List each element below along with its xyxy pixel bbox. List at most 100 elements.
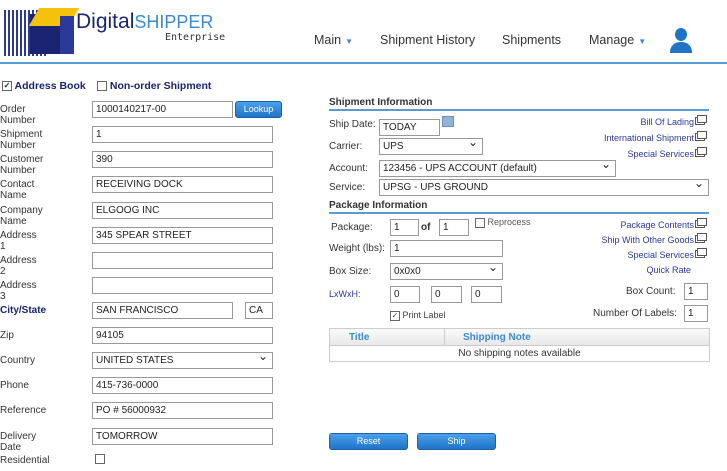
lwh-label[interactable]: LxWxH: bbox=[329, 289, 361, 299]
field-label: Residential bbox=[0, 455, 50, 466]
link-label: Special Services bbox=[627, 250, 694, 260]
residential-checkbox[interactable] bbox=[95, 454, 105, 465]
logo-accent: SHIPPER bbox=[134, 12, 214, 32]
package-contents-link[interactable]: Package Contents bbox=[620, 218, 707, 230]
checkbox-checked[interactable]: ✓ bbox=[2, 81, 12, 92]
ship-date-input[interactable]: TODAY bbox=[379, 119, 440, 136]
address-book-checkbox[interactable]: ✓ Address Book bbox=[2, 80, 86, 92]
box-count-label: Box Count: bbox=[626, 286, 676, 297]
carrier-label: Carrier: bbox=[329, 141, 363, 152]
checkbox[interactable] bbox=[97, 81, 107, 92]
logo-subtitle: Enterprise bbox=[165, 32, 226, 43]
field-label: Address 2 bbox=[0, 255, 37, 277]
account-value: 123456 - UPS ACCOUNT (default) bbox=[383, 163, 537, 174]
package-special-services-link[interactable]: Special Services bbox=[627, 248, 707, 260]
order-number-input[interactable]: 1000140217-00 bbox=[92, 101, 233, 118]
package-total-input[interactable]: 1 bbox=[439, 219, 469, 236]
field-label: Phone bbox=[0, 380, 29, 391]
link-label: Bill Of Lading bbox=[640, 117, 694, 127]
city-input[interactable]: SAN FRANCISCO bbox=[92, 302, 233, 319]
country-value: UNITED STATES bbox=[96, 355, 174, 366]
of-label: of bbox=[421, 222, 431, 233]
box-size-select[interactable]: 0x0x0 bbox=[390, 260, 503, 280]
popup-window-icon bbox=[697, 115, 707, 123]
ship-with-other-goods-link[interactable]: Ship With Other Goods bbox=[601, 233, 707, 245]
account-select[interactable]: 123456 - UPS ACCOUNT (default) bbox=[379, 157, 616, 177]
address2-input[interactable] bbox=[92, 252, 273, 269]
weight-label: Weight (lbs): bbox=[329, 243, 385, 254]
empty-message: No shipping notes available bbox=[458, 348, 581, 359]
carrier-value: UPS bbox=[383, 141, 404, 152]
nav-label: Manage bbox=[589, 33, 635, 47]
ship-button[interactable]: Ship bbox=[417, 433, 496, 450]
field-label: Order Number bbox=[0, 104, 36, 126]
non-order-label: Non-order Shipment bbox=[109, 80, 212, 92]
calendar-icon[interactable] bbox=[442, 116, 454, 127]
phone-input[interactable]: 415-736-0000 bbox=[92, 377, 273, 394]
package-label: Package: bbox=[331, 222, 373, 233]
nav-shipment-history[interactable]: Shipment History bbox=[380, 33, 475, 47]
contact-name-input[interactable]: RECEIVING DOCK bbox=[92, 176, 273, 193]
box-count-input[interactable]: 1 bbox=[684, 283, 708, 300]
address1-input[interactable]: 345 SPEAR STREET bbox=[92, 227, 273, 244]
box-size-value: 0x0x0 bbox=[394, 266, 421, 277]
checkbox[interactable] bbox=[475, 217, 485, 228]
shipment-info-heading: Shipment Information bbox=[329, 97, 709, 111]
link-label: Ship With Other Goods bbox=[601, 235, 694, 245]
service-select[interactable]: UPSG - UPS GROUND bbox=[379, 176, 709, 196]
height-input[interactable]: 0 bbox=[471, 286, 502, 303]
delivery-date-input[interactable]: TOMORROW bbox=[92, 428, 273, 445]
field-label: Customer Number bbox=[0, 154, 44, 176]
address3-input[interactable] bbox=[92, 277, 273, 294]
non-order-shipment-checkbox[interactable]: Non-order Shipment bbox=[97, 80, 211, 92]
nav-main[interactable]: Main ▼ bbox=[314, 33, 353, 47]
table-header: Title Shipping Note bbox=[330, 329, 709, 346]
reprocess-checkbox[interactable]: Reprocess bbox=[475, 217, 531, 228]
carrier-select[interactable]: UPS bbox=[379, 135, 483, 155]
print-label-checkbox[interactable]: ✓ Print Label bbox=[390, 310, 446, 321]
weight-input[interactable]: 1 bbox=[390, 240, 503, 257]
ship-date-label: Ship Date: bbox=[329, 119, 376, 130]
bill-of-lading-link[interactable]: Bill Of Lading bbox=[640, 115, 707, 127]
shipment-number-input[interactable]: 1 bbox=[92, 126, 273, 143]
user-avatar-icon[interactable] bbox=[668, 28, 694, 54]
reset-button[interactable]: Reset bbox=[329, 433, 408, 450]
caret-down-icon: ▼ bbox=[345, 37, 354, 46]
column-title[interactable]: Title bbox=[349, 332, 369, 343]
package-info-heading: Package Information bbox=[329, 200, 709, 214]
shipment-special-services-link[interactable]: Special Services bbox=[627, 147, 707, 159]
package-number-input[interactable]: 1 bbox=[390, 219, 419, 236]
header: DigitalSHIPPER Enterprise Main ▼ Shipment… bbox=[0, 0, 727, 64]
logo-icon bbox=[4, 6, 80, 62]
link-label: Special Services bbox=[627, 149, 694, 159]
width-input[interactable]: 0 bbox=[431, 286, 462, 303]
popup-window-icon bbox=[697, 131, 707, 139]
field-label: Zip bbox=[0, 330, 14, 341]
nav-shipments[interactable]: Shipments bbox=[502, 33, 561, 47]
international-shipment-link[interactable]: International Shipment bbox=[604, 131, 707, 143]
address-book-label: Address Book bbox=[14, 80, 86, 92]
logo-text: DigitalSHIPPER bbox=[76, 10, 213, 34]
print-label-text: Print Label bbox=[402, 310, 446, 320]
zip-input[interactable]: 94105 bbox=[92, 327, 273, 344]
popup-window-icon bbox=[697, 218, 707, 226]
reference-input[interactable]: PO # 56000932 bbox=[92, 402, 273, 419]
nav-label: Main bbox=[314, 33, 342, 47]
field-label: Contact Name bbox=[0, 179, 35, 201]
checkbox-checked[interactable]: ✓ bbox=[390, 310, 400, 321]
length-input[interactable]: 0 bbox=[390, 286, 420, 303]
column-shipping-note[interactable]: Shipping Note bbox=[463, 332, 531, 343]
popup-window-icon bbox=[697, 248, 707, 256]
number-of-labels-input[interactable]: 1 bbox=[684, 305, 708, 322]
customer-number-input[interactable]: 390 bbox=[92, 151, 273, 168]
lookup-button[interactable]: Lookup bbox=[235, 101, 282, 118]
reprocess-label: Reprocess bbox=[487, 217, 531, 227]
country-select[interactable]: UNITED STATES bbox=[92, 349, 273, 369]
quick-rate-link[interactable]: Quick Rate bbox=[646, 265, 691, 275]
field-label: Country bbox=[0, 355, 36, 366]
field-label: Delivery Date bbox=[0, 431, 37, 453]
nav-manage[interactable]: Manage ▼ bbox=[589, 33, 646, 47]
company-name-input[interactable]: ELGOOG INC bbox=[92, 202, 273, 219]
link-label: Package Contents bbox=[620, 220, 694, 230]
state-input[interactable]: CA bbox=[245, 302, 273, 319]
